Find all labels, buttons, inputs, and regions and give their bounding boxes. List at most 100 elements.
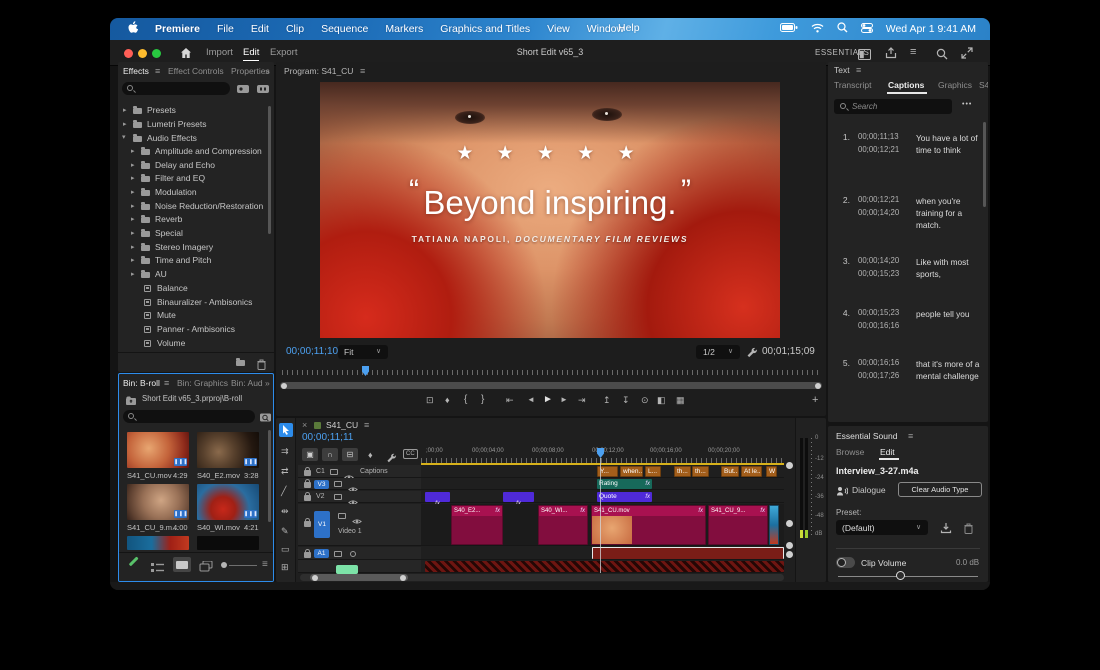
caption-clip[interactable]: At le...	[741, 466, 762, 477]
video-clip-small[interactable]	[769, 505, 779, 545]
timeline-playhead[interactable]	[597, 448, 604, 458]
stacked-panels-icon[interactable]: ≡	[910, 46, 916, 58]
program-panel-menu-icon[interactable]: ≡	[360, 66, 365, 76]
wifi-icon[interactable]	[811, 23, 824, 36]
apple-icon[interactable]	[128, 21, 139, 37]
track-visibility-eye-icon[interactable]	[348, 480, 358, 487]
track-select-forward-tool[interactable]: ⇉	[281, 446, 289, 457]
monitor-settings-wrench-icon[interactable]	[746, 345, 757, 363]
scrollbar-left-handle[interactable]	[281, 383, 287, 389]
program-timecode[interactable]: 00;00;11;10	[286, 346, 338, 357]
mark-in-icon[interactable]: {	[464, 394, 467, 405]
export-frame-grid-icon[interactable]: ⊡	[426, 395, 434, 406]
audio-clip-selected[interactable]	[592, 547, 784, 559]
caption-text[interactable]: Like with most sports,	[916, 256, 982, 280]
lift-icon[interactable]: ↥	[603, 395, 611, 406]
extract-icon[interactable]: ↧	[622, 395, 630, 406]
essential-sound-menu-icon[interactable]: ≡	[908, 431, 913, 441]
sync-lock-icon[interactable]	[334, 481, 342, 487]
track-target-v3[interactable]: V3	[314, 480, 329, 489]
bin-clip-thumbnail[interactable]: ❚❚❚	[127, 484, 189, 520]
tab-edit[interactable]: Edit	[880, 447, 895, 457]
menu-clip[interactable]: Clip	[286, 23, 304, 35]
playback-resolution-dropdown[interactable]: 1/2 ∨	[696, 345, 740, 359]
menu-help[interactable]: Help	[618, 22, 640, 34]
track-target-a1[interactable]: A1	[314, 549, 329, 558]
rectangle-tool[interactable]: ▭	[281, 544, 290, 555]
caption-clip[interactable]: th...	[674, 466, 691, 477]
tab-effects[interactable]: Effects	[123, 66, 149, 76]
graphic-clip[interactable]: fx	[425, 492, 450, 502]
lock-track-icon[interactable]	[304, 470, 311, 476]
caption-tc-in[interactable]: 00;00;16;16	[858, 358, 899, 367]
caption-clip[interactable]: th...	[692, 466, 709, 477]
clip-volume-knob[interactable]	[896, 571, 905, 580]
timeline-tab-label[interactable]: S41_CU	[326, 420, 358, 430]
freeform-view-icon[interactable]	[199, 559, 213, 577]
bin-clip-thumbnail[interactable]	[197, 536, 259, 550]
timeline-panel-menu-icon[interactable]: ≡	[364, 420, 369, 430]
slip-tool[interactable]: ⇹	[281, 506, 289, 517]
captions-search-input[interactable]: Search	[834, 99, 952, 114]
preset-dropdown[interactable]: (Default) ∨	[836, 520, 928, 535]
panel-overflow-icon[interactable]: »	[265, 378, 270, 388]
menu-view[interactable]: View	[547, 23, 570, 35]
caption-tc-out[interactable]: 00;00;12;21	[858, 145, 899, 154]
caption-tc-out[interactable]: 00;00;17;26	[858, 371, 899, 380]
razor-tool[interactable]: ╱	[281, 486, 286, 497]
type-tool[interactable]: ⊞	[281, 562, 289, 573]
video-clip-s41cu9[interactable]: S41_CU_9...fx	[708, 505, 768, 545]
delete-icon[interactable]	[257, 357, 266, 372]
menu-markers[interactable]: Markers	[385, 23, 423, 35]
video-clip-s41cu[interactable]: S41_CU.movfx	[591, 505, 706, 545]
mark-out-icon[interactable]: }	[481, 394, 484, 405]
vscroll-handle[interactable]	[786, 462, 793, 469]
caption-text[interactable]: You have a lot of time to think	[916, 132, 982, 156]
tab-bin-audio[interactable]: Bin: Audio	[231, 378, 263, 388]
go-to-in-icon[interactable]: ⇤	[506, 395, 514, 406]
tab-properties[interactable]: Properties	[231, 66, 270, 76]
control-center-icon[interactable]	[861, 23, 873, 36]
lock-track-icon[interactable]	[304, 552, 311, 558]
parent-bin-icon[interactable]	[125, 393, 137, 411]
menu-edit[interactable]: Edit	[251, 23, 269, 35]
clip-volume-value[interactable]: 0.0 dB	[956, 558, 979, 567]
quote-graphic-clip[interactable]: Quotefx	[597, 492, 652, 502]
vscroll-handle[interactable]	[786, 542, 793, 549]
caption-tc-in[interactable]: 00;00;12;21	[858, 195, 899, 204]
solo-button[interactable]	[336, 565, 358, 574]
panel-overflow-icon[interactable]: »	[265, 66, 270, 76]
mute-track-icon[interactable]	[350, 551, 356, 557]
accelerated-effects-icon[interactable]	[236, 82, 250, 100]
caption-clip[interactable]: But...	[721, 466, 739, 477]
scrollbar-right-handle[interactable]	[815, 383, 821, 389]
track-visibility-eye-icon[interactable]	[348, 493, 358, 500]
sync-lock-icon[interactable]	[338, 513, 346, 519]
export-frame-camera-icon[interactable]: ⊙	[641, 395, 649, 406]
clip-volume-slider[interactable]	[838, 576, 978, 577]
caption-text[interactable]: when you're training for a match.	[916, 195, 982, 231]
add-marker-icon[interactable]: ♦	[445, 395, 450, 405]
captions-cc-button[interactable]: CC	[403, 449, 418, 459]
vscroll-handle[interactable]	[786, 520, 793, 527]
menu-file[interactable]: File	[217, 23, 234, 35]
ripple-edit-tool[interactable]: ⇄	[281, 466, 289, 477]
bin-clip-name[interactable]: S40_WI.mov	[197, 523, 240, 532]
icon-view-button[interactable]	[173, 557, 191, 572]
tab-captions[interactable]: Captions	[888, 80, 924, 90]
comparison-view-icon[interactable]: ◧	[657, 395, 666, 406]
monitor-scrollbar[interactable]	[280, 382, 822, 389]
timeline-horizontal-scrollbar[interactable]	[300, 574, 784, 581]
button-editor-plus-icon[interactable]: +	[812, 394, 818, 406]
bin-clip-name[interactable]: S40_E2.mov	[197, 471, 240, 480]
chevron-right-icon[interactable]: ▸	[123, 106, 127, 114]
tab-graphics[interactable]: Graphics	[938, 80, 972, 90]
chevron-down-icon[interactable]: ▾	[122, 133, 126, 141]
caption-clip[interactable]: L...	[645, 466, 661, 477]
spotlight-search-icon[interactable]	[837, 22, 848, 36]
tab-s4-truncated[interactable]: S4	[979, 80, 988, 90]
menu-graphics-titles[interactable]: Graphics and Titles	[440, 23, 530, 35]
vscroll-handle[interactable]	[786, 551, 793, 558]
play-button[interactable]: ►	[543, 394, 553, 405]
nest-toggle-button[interactable]: ▣	[302, 448, 318, 461]
